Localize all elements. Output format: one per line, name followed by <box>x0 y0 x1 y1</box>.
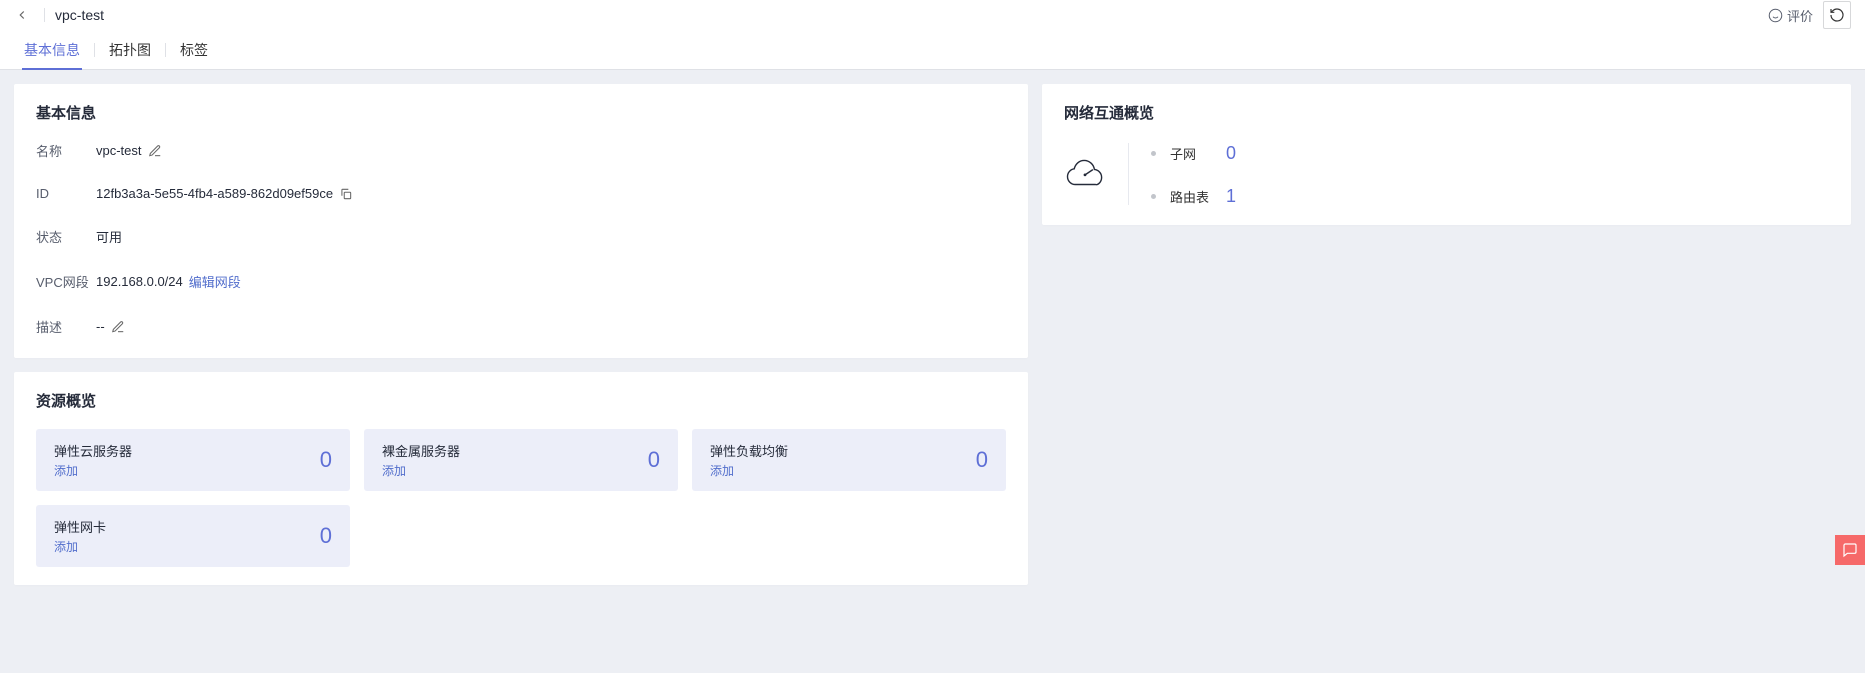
network-overview-body: 子网 0 路由表 1 <box>1064 141 1829 207</box>
info-row-desc: 描述 -- <box>36 317 1006 336</box>
info-label: ID <box>36 186 96 201</box>
tab-label: 拓扑图 <box>109 40 151 60</box>
tab-label: 基本信息 <box>24 40 80 60</box>
resource-overview-card: 资源概览 弹性云服务器 添加 0 裸金属服务器 添加 0 <box>14 372 1028 585</box>
resource-card-bms: 裸金属服务器 添加 0 <box>364 429 678 491</box>
info-value: 12fb3a3a-5e55-4fb4-a589-862d09ef59ce <box>96 186 353 201</box>
info-row-id: ID 12fb3a3a-5e55-4fb4-a589-862d09ef59ce <box>36 186 1006 201</box>
page-title: vpc-test <box>55 7 104 23</box>
card-title: 网络互通概览 <box>1064 102 1829 123</box>
resource-count: 0 <box>976 447 988 473</box>
stat-label: 子网 <box>1170 144 1212 163</box>
stat-label: 路由表 <box>1170 187 1212 206</box>
resource-card-ecs: 弹性云服务器 添加 0 <box>36 429 350 491</box>
tab-topology[interactable]: 拓扑图 <box>95 30 165 70</box>
chat-icon <box>1842 542 1858 558</box>
resource-name: 裸金属服务器 <box>382 441 460 460</box>
dot-icon <box>1151 194 1156 199</box>
cidr-value: 192.168.0.0/24 <box>96 274 183 289</box>
name-value: vpc-test <box>96 143 142 158</box>
smile-icon <box>1768 8 1783 23</box>
copy-id-button[interactable] <box>339 187 353 201</box>
edit-cidr-link[interactable]: 编辑网段 <box>189 272 241 291</box>
content-area: 基本信息 名称 vpc-test ID 12fb3a3a-5e55-4fb4-a… <box>0 70 1865 599</box>
network-stat-routetable: 路由表 1 <box>1151 186 1829 207</box>
info-value: vpc-test <box>96 143 162 158</box>
right-column: 网络互通概览 子网 0 路由表 1 <box>1042 84 1851 225</box>
pencil-icon <box>148 144 162 158</box>
info-row-cidr: VPC网段 192.168.0.0/24 编辑网段 <box>36 272 1006 291</box>
info-label: 状态 <box>36 227 96 246</box>
refresh-button[interactable] <box>1823 1 1851 29</box>
resource-card-nic: 弹性网卡 添加 0 <box>36 505 350 567</box>
header-actions: 评价 <box>1768 1 1851 29</box>
tab-bar: 基本信息 拓扑图 标签 <box>0 30 1865 70</box>
network-stat-subnet: 子网 0 <box>1151 143 1829 164</box>
pencil-icon <box>111 320 125 334</box>
page-header: vpc-test 评价 <box>0 0 1865 30</box>
info-row-name: 名称 vpc-test <box>36 141 1006 160</box>
info-label: VPC网段 <box>36 272 96 291</box>
divider <box>1128 143 1129 205</box>
info-value: -- <box>96 319 125 334</box>
edit-name-button[interactable] <box>148 144 162 158</box>
feedback-link[interactable]: 评价 <box>1768 6 1813 25</box>
card-title: 资源概览 <box>36 390 1006 411</box>
resource-name: 弹性负载均衡 <box>710 441 788 460</box>
tab-tags[interactable]: 标签 <box>166 30 222 70</box>
stat-value: 1 <box>1226 186 1236 207</box>
divider <box>44 8 45 22</box>
add-resource-link[interactable]: 添加 <box>54 462 132 479</box>
resource-name: 弹性网卡 <box>54 517 106 536</box>
refresh-icon <box>1829 7 1845 23</box>
resource-name: 弹性云服务器 <box>54 441 132 460</box>
float-feedback-button[interactable] <box>1835 535 1865 565</box>
tab-label: 标签 <box>180 40 208 60</box>
add-resource-link[interactable]: 添加 <box>54 538 106 555</box>
add-resource-link[interactable]: 添加 <box>382 462 460 479</box>
network-stats: 子网 0 路由表 1 <box>1151 141 1829 207</box>
edit-desc-button[interactable] <box>111 320 125 334</box>
resource-count: 0 <box>320 523 332 549</box>
cloud-icon <box>1064 157 1106 191</box>
resource-count: 0 <box>648 447 660 473</box>
network-overview-card: 网络互通概览 子网 0 路由表 1 <box>1042 84 1851 225</box>
dot-icon <box>1151 151 1156 156</box>
resource-card-elb: 弹性负载均衡 添加 0 <box>692 429 1006 491</box>
back-button[interactable] <box>10 3 34 27</box>
resource-grid: 弹性云服务器 添加 0 裸金属服务器 添加 0 弹性负载均衡 添加 <box>36 429 1006 567</box>
tab-basic-info[interactable]: 基本信息 <box>10 30 94 70</box>
info-label: 描述 <box>36 317 96 336</box>
stat-value: 0 <box>1226 143 1236 164</box>
left-column: 基本信息 名称 vpc-test ID 12fb3a3a-5e55-4fb4-a… <box>14 84 1028 585</box>
feedback-text: 评价 <box>1787 6 1813 25</box>
add-resource-link[interactable]: 添加 <box>710 462 788 479</box>
id-value: 12fb3a3a-5e55-4fb4-a589-862d09ef59ce <box>96 186 333 201</box>
info-value: 192.168.0.0/24 编辑网段 <box>96 272 241 291</box>
resource-count: 0 <box>320 447 332 473</box>
card-title: 基本信息 <box>36 102 1006 123</box>
status-value: 可用 <box>96 227 122 246</box>
info-row-status: 状态 可用 <box>36 227 1006 246</box>
basic-info-card: 基本信息 名称 vpc-test ID 12fb3a3a-5e55-4fb4-a… <box>14 84 1028 358</box>
copy-icon <box>339 187 353 201</box>
desc-value: -- <box>96 319 105 334</box>
chevron-left-icon <box>15 8 29 22</box>
info-label: 名称 <box>36 141 96 160</box>
